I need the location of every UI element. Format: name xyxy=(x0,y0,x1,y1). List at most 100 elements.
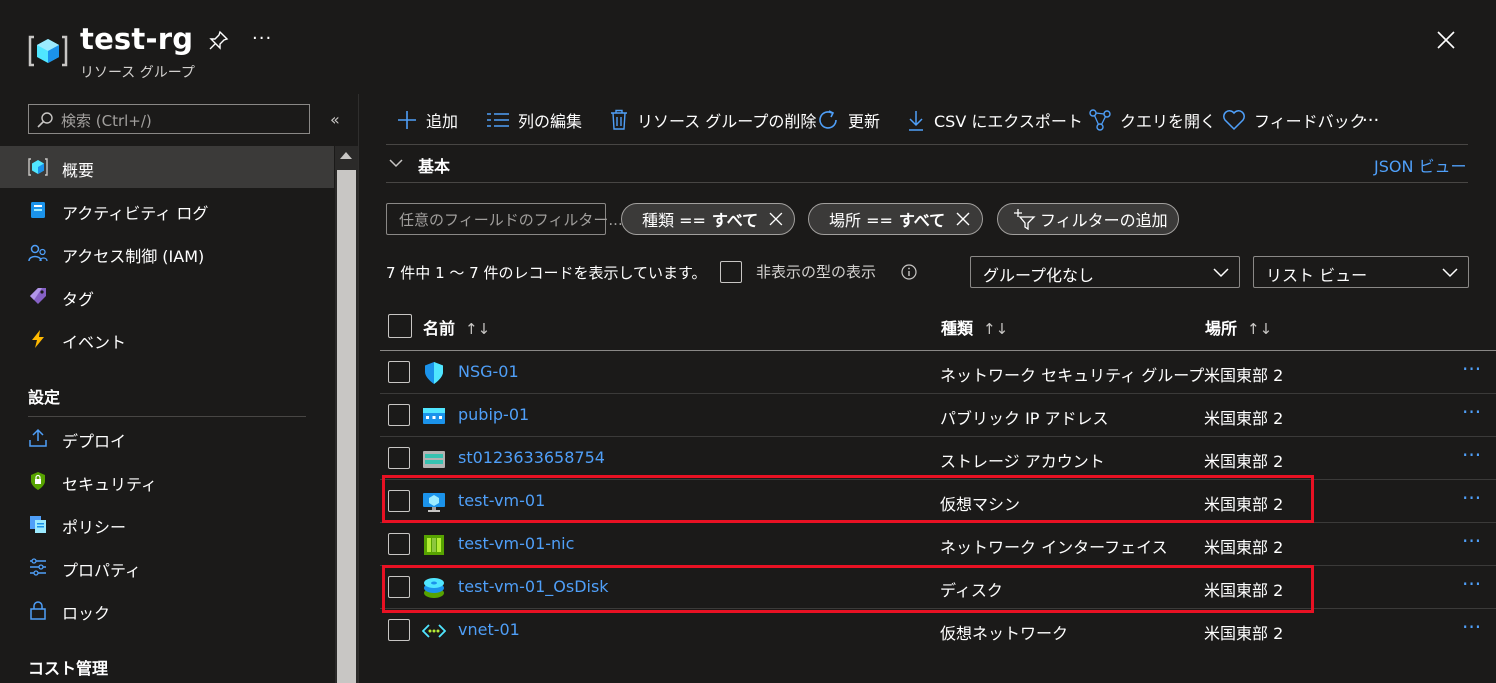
chevron-down-icon[interactable] xyxy=(388,155,404,174)
row-checkbox[interactable] xyxy=(388,619,410,641)
refresh-icon xyxy=(819,110,837,129)
sort-icon[interactable]: ↑↓ xyxy=(1247,320,1272,338)
row-more-button[interactable]: ··· xyxy=(1462,486,1481,510)
row-name-link[interactable]: vnet-01 xyxy=(458,620,520,639)
lock-icon xyxy=(28,600,48,620)
storage-icon xyxy=(422,447,446,471)
edit-columns-button[interactable]: 列の編集 xyxy=(486,108,582,132)
add-button[interactable]: 追加 xyxy=(396,108,458,132)
properties-icon xyxy=(28,557,48,577)
delete-resource-group-button[interactable]: リソース グループの削除 xyxy=(609,108,816,132)
close-icon[interactable] xyxy=(768,211,784,227)
view-dropdown[interactable]: リスト ビュー xyxy=(1253,256,1469,288)
sidebar-scrollbar-thumb[interactable] xyxy=(337,170,356,683)
row-checkbox[interactable] xyxy=(388,361,410,383)
table-row[interactable]: vnet-01 仮想ネットワーク 米国東部 2 ··· xyxy=(380,609,1496,652)
sidebar-item-deployments[interactable]: デプロイ xyxy=(0,417,334,459)
row-more-button[interactable]: ··· xyxy=(1462,529,1481,553)
sidebar-item-label: 概要 xyxy=(62,161,95,180)
essentials-top-divider xyxy=(386,144,1468,145)
sidebar-item-properties[interactable]: プロパティ xyxy=(0,546,334,588)
column-header-label: 名前 xyxy=(423,319,456,338)
row-name-link[interactable]: test-vm-01-nic xyxy=(458,534,574,553)
essentials-toggle[interactable]: 基本 xyxy=(418,153,450,177)
sidebar-item-tags[interactable]: タグ xyxy=(0,275,334,317)
refresh-label: 更新 xyxy=(848,112,881,131)
row-more-button[interactable]: ··· xyxy=(1462,615,1481,639)
scroll-up-icon[interactable] xyxy=(340,152,352,159)
select-all-checkbox[interactable] xyxy=(388,314,412,338)
sidebar-item-label: ポリシー xyxy=(62,518,127,537)
refresh-button[interactable]: 更新 xyxy=(816,108,880,132)
close-icon[interactable] xyxy=(1436,30,1456,50)
shield-icon xyxy=(28,471,48,491)
chevron-down-icon xyxy=(1442,268,1458,278)
info-icon[interactable] xyxy=(901,264,917,284)
row-more-button[interactable]: ··· xyxy=(1462,400,1481,424)
location-filter-key: 場所 == xyxy=(829,211,893,230)
download-icon xyxy=(909,111,923,131)
column-header-name[interactable]: 名前 ↑↓ xyxy=(423,315,490,339)
view-value: リスト ビュー xyxy=(1266,266,1368,285)
close-icon[interactable] xyxy=(955,211,971,227)
column-header-type[interactable]: 種類 ↑↓ xyxy=(941,315,1008,339)
resource-group-icon xyxy=(28,157,48,177)
table-row[interactable]: NSG-01 ネットワーク セキュリティ グループ 米国東部 2 ··· xyxy=(380,351,1496,394)
query-icon xyxy=(1089,109,1111,131)
row-type: ネットワーク セキュリティ グループ xyxy=(940,366,1205,385)
row-more-button[interactable]: ··· xyxy=(1462,357,1481,381)
sidebar-item-iam[interactable]: アクセス制御 (IAM) xyxy=(0,232,334,274)
highlight-box-vm xyxy=(382,475,1314,523)
nic-icon xyxy=(422,533,446,557)
add-label: 追加 xyxy=(426,112,459,131)
sort-icon[interactable]: ↑↓ xyxy=(465,320,490,338)
export-csv-button[interactable]: CSV にエクスポート xyxy=(906,108,1083,132)
table-row[interactable]: test-vm-01-nic ネットワーク インターフェイス 米国東部 2 ··… xyxy=(380,523,1496,566)
location-filter-pill[interactable]: 場所 == すべて xyxy=(808,203,983,235)
open-query-button[interactable]: クエリを開く xyxy=(1088,108,1216,132)
add-filter-button[interactable]: フィルターの追加 xyxy=(997,203,1179,235)
header-more-button[interactable]: ··· xyxy=(252,28,272,49)
row-checkbox[interactable] xyxy=(388,404,410,426)
type-filter-pill[interactable]: 種類 == すべて xyxy=(621,203,795,235)
sidebar-item-locks[interactable]: ロック xyxy=(0,589,334,631)
pin-icon[interactable] xyxy=(207,30,229,52)
column-header-location[interactable]: 場所 ↑↓ xyxy=(1205,315,1272,339)
json-view-link[interactable]: JSON ビュー xyxy=(1374,153,1467,177)
table-row[interactable]: pubip-01 パブリック IP アドレス 米国東部 2 ··· xyxy=(380,394,1496,437)
toolbar-more-button[interactable]: ··· xyxy=(1362,108,1379,132)
row-more-button[interactable]: ··· xyxy=(1462,572,1481,596)
feedback-button[interactable]: フィードバック xyxy=(1222,108,1366,132)
sidebar-item-policies[interactable]: ポリシー xyxy=(0,503,334,545)
sidebar-item-label: タグ xyxy=(62,290,95,309)
row-checkbox[interactable] xyxy=(388,533,410,555)
sidebar-item-overview[interactable]: 概要 xyxy=(0,146,334,188)
lightning-icon xyxy=(28,329,48,349)
row-checkbox[interactable] xyxy=(388,447,410,469)
grouping-dropdown[interactable]: グループ化なし xyxy=(970,256,1240,288)
column-header-label: 種類 xyxy=(941,319,974,338)
grouping-value: グループ化なし xyxy=(983,266,1095,285)
sidebar-item-events[interactable]: イベント xyxy=(0,318,334,360)
sidebar-item-security[interactable]: セキュリティ xyxy=(0,460,334,502)
sidebar-item-label: アクセス制御 (IAM) xyxy=(62,247,205,266)
row-more-button[interactable]: ··· xyxy=(1462,443,1481,467)
field-filter-input[interactable]: 任意のフィールドのフィルター... xyxy=(386,203,623,235)
table-row[interactable]: st0123633658754 ストレージ アカウント 米国東部 2 ··· xyxy=(380,437,1496,480)
row-name-link[interactable]: pubip-01 xyxy=(458,405,529,424)
row-name-link[interactable]: st0123633658754 xyxy=(458,448,605,467)
sidebar-search-input[interactable]: 検索 (Ctrl+/) xyxy=(28,104,310,134)
show-hidden-types-checkbox[interactable] xyxy=(720,261,742,283)
sidebar-item-label: デプロイ xyxy=(62,432,127,451)
vnet-icon xyxy=(421,619,447,643)
sort-icon[interactable]: ↑↓ xyxy=(983,320,1008,338)
export-csv-label: CSV にエクスポート xyxy=(934,112,1083,131)
trash-icon xyxy=(611,109,627,130)
sidebar-item-activity-log[interactable]: アクティビティ ログ xyxy=(0,189,334,231)
row-name-link[interactable]: NSG-01 xyxy=(458,362,519,381)
sidebar-separator xyxy=(358,94,359,683)
row-type: ストレージ アカウント xyxy=(940,452,1105,471)
collapse-sidebar-button[interactable]: « xyxy=(330,110,340,129)
essentials-bottom-divider xyxy=(386,182,1468,183)
sidebar-item-label: アクティビティ ログ xyxy=(62,204,209,223)
